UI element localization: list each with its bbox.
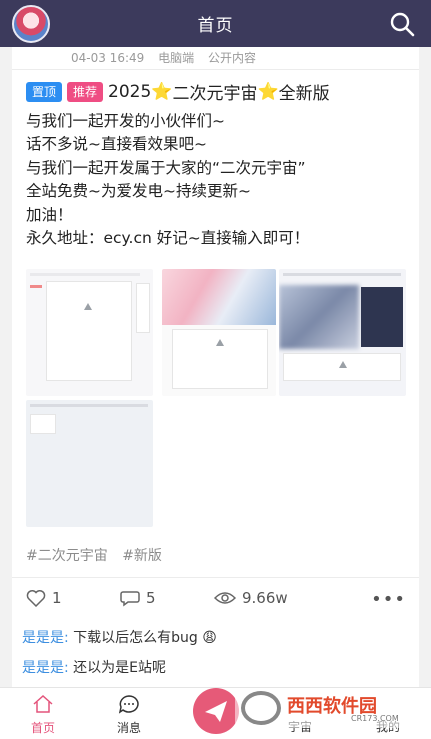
comment-user[interactable]: 是是是: bbox=[22, 630, 69, 646]
app-screen: 首页 04-03 16:49 电脑端 公开内容 置顶 推荐 2025 ⭐ 二次元… bbox=[0, 0, 431, 739]
post-title-suffix: 全新版 bbox=[278, 84, 330, 104]
post-image-4[interactable] bbox=[26, 400, 153, 527]
more-options-icon[interactable]: ••• bbox=[371, 589, 406, 610]
warning-icon bbox=[339, 361, 347, 368]
screenshot-topbar bbox=[30, 404, 148, 407]
home-icon bbox=[33, 694, 53, 713]
post-title-year: 2025 bbox=[108, 81, 152, 102]
post-image-3[interactable] bbox=[279, 269, 406, 396]
comment-text: 还以为是E站呢 bbox=[73, 660, 167, 676]
blurred-artwork bbox=[279, 285, 359, 349]
page-title: 首页 bbox=[197, 16, 234, 36]
paper-plane-icon bbox=[205, 701, 227, 722]
post-image-2[interactable] bbox=[162, 269, 276, 396]
search-icon[interactable] bbox=[389, 11, 415, 37]
heart-icon bbox=[26, 590, 46, 607]
watermark-sub: CR173.COM bbox=[351, 714, 399, 723]
comment-item[interactable]: 是是是: 还以为是E站呢 bbox=[22, 657, 166, 677]
post-image-1[interactable] bbox=[26, 269, 153, 396]
post-card[interactable]: 04-03 16:49 电脑端 公开内容 置顶 推荐 2025 ⭐ 二次元宇宙 … bbox=[12, 47, 419, 687]
post-meta: 04-03 16:49 电脑端 公开内容 bbox=[71, 49, 266, 66]
like-count: 1 bbox=[52, 589, 62, 607]
screenshot-topbar bbox=[283, 273, 401, 276]
warning-icon bbox=[84, 303, 92, 310]
screenshot-topbar bbox=[30, 273, 140, 276]
post-time: 04-03 16:49 bbox=[71, 51, 145, 65]
screenshot-tab bbox=[30, 285, 42, 288]
eye-icon bbox=[214, 592, 236, 604]
post-title-name: 二次元宇宙 bbox=[172, 84, 258, 104]
hashtag[interactable]: #二次元宇宙 bbox=[26, 548, 108, 564]
anime-artwork bbox=[162, 269, 276, 325]
site-watermark: 西西软件园 CR173.COM bbox=[235, 688, 415, 728]
top-bar: 首页 bbox=[0, 0, 431, 47]
body-line: 加油！ bbox=[26, 205, 73, 224]
comment-item[interactable]: 是是是: 下载以后怎么有bug 😩 bbox=[22, 627, 217, 647]
post-device: 电脑端 bbox=[158, 51, 195, 65]
body-line: 永久地址：ecy.cn 好记~直接输入即可！ bbox=[26, 229, 310, 248]
screenshot-panel bbox=[46, 281, 132, 381]
body-line: 话不多说~直接看效果吧~ bbox=[26, 135, 207, 154]
body-line: 与我们一起开发的小伙伴们~ bbox=[26, 112, 225, 130]
watermark-logo-icon bbox=[241, 691, 281, 725]
divider bbox=[12, 69, 419, 70]
screenshot-side bbox=[136, 283, 150, 333]
nav-messages[interactable]: 消息 bbox=[99, 694, 159, 736]
warning-icon bbox=[216, 339, 224, 346]
like-button[interactable]: 1 bbox=[26, 589, 62, 607]
hashtag[interactable]: #新版 bbox=[122, 548, 162, 564]
star-icon: ⭐ bbox=[257, 81, 279, 102]
calendar-widget bbox=[361, 287, 403, 347]
body-line: 与我们一起开发属于大家的“二次元宇宙” bbox=[26, 158, 306, 177]
hashtag-list: #二次元宇宙 #新版 bbox=[26, 545, 172, 565]
nav-messages-label: 消息 bbox=[116, 721, 141, 735]
post-body: 与我们一起开发的小伙伴们~ 话不多说~直接看效果吧~ 与我们一起开发属于大家的“… bbox=[26, 110, 411, 250]
post-stats: 1 5 9.66w ••• bbox=[26, 589, 406, 611]
message-icon bbox=[118, 695, 139, 714]
emoji-icon: 😩 bbox=[202, 630, 217, 646]
body-line: 全站免费~为爱发电~持续更新~ bbox=[26, 182, 251, 201]
publish-button[interactable] bbox=[193, 688, 239, 734]
views-stat: 9.66w bbox=[214, 589, 288, 607]
comment-count: 5 bbox=[146, 589, 156, 607]
user-avatar[interactable] bbox=[12, 5, 50, 43]
post-visibility: 公开内容 bbox=[207, 51, 256, 65]
screenshot-card bbox=[30, 414, 56, 434]
comment-button[interactable]: 5 bbox=[120, 589, 156, 607]
post-title-row[interactable]: 置顶 推荐 2025 ⭐ 二次元宇宙 ⭐ 全新版 bbox=[26, 79, 330, 104]
comment-text: 下载以后怎么有bug bbox=[73, 630, 198, 646]
pinned-badge: 置顶 bbox=[26, 81, 63, 102]
star-icon: ⭐ bbox=[151, 81, 173, 102]
divider bbox=[12, 577, 419, 578]
nav-home[interactable]: 首页 bbox=[13, 694, 73, 736]
recommended-badge: 推荐 bbox=[67, 81, 104, 102]
view-count: 9.66w bbox=[242, 589, 288, 607]
nav-home-label: 首页 bbox=[30, 721, 55, 735]
comment-user[interactable]: 是是是: bbox=[22, 660, 69, 676]
comment-icon bbox=[120, 591, 140, 607]
screenshot-panel bbox=[172, 329, 268, 389]
